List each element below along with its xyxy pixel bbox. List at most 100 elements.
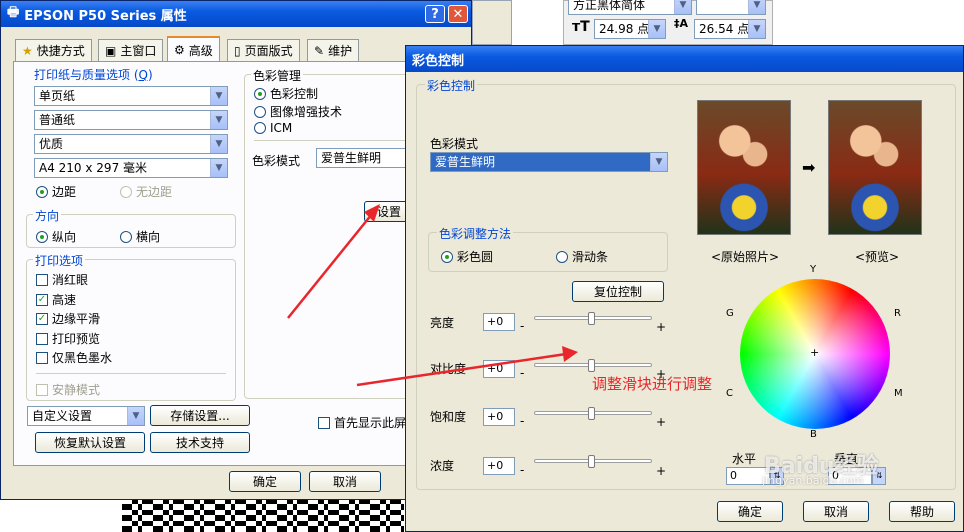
slider-minus: -	[520, 414, 525, 428]
black-only-checkbox[interactable]: 仅黑色墨水	[36, 349, 112, 366]
radio-label: 纵向	[52, 230, 77, 244]
save-settings-button[interactable]: 存储设置...	[150, 405, 250, 426]
color-dialog-title: 彩色控制	[412, 53, 465, 69]
chevron-down-icon[interactable]: ▼	[650, 153, 667, 171]
epson-cancel-button[interactable]: 取消	[309, 471, 381, 492]
chevron-down-icon[interactable]: ▼	[748, 0, 765, 14]
checkbox-box	[36, 273, 48, 286]
dialog-help-button[interactable]: 帮助	[889, 501, 955, 522]
checkbox-box	[36, 351, 48, 364]
chevron-down-icon[interactable]: ▼	[648, 20, 665, 38]
density-input[interactable]: +0	[483, 457, 515, 475]
wheel-label-y: Y	[810, 264, 817, 275]
printer-icon: 🖶	[7, 5, 20, 20]
wheel-label-g: G	[726, 308, 734, 319]
radio-dot	[254, 122, 266, 134]
paper-type-select[interactable]: 单页纸 ▼	[34, 86, 228, 106]
checkbox-label: 首先显示此屏	[334, 416, 407, 430]
margin-none-radio: 无边距	[120, 183, 172, 200]
density-thumb[interactable]	[588, 455, 595, 468]
leading-value: 26.54 点	[699, 22, 750, 36]
font-toolbar: 方正黑体简体 ▼ ▼ ᴛT 24.98 点 ▼ ‡A 26.54 点 ▼	[563, 0, 773, 45]
image-enhance-radio[interactable]: 图像增强技术	[254, 103, 342, 120]
radio-dot	[441, 250, 453, 263]
highspeed-checkbox[interactable]: ✓ 高速	[36, 291, 76, 308]
margin-with-radio[interactable]: 边距	[36, 183, 76, 200]
chevron-down-icon[interactable]: ▼	[127, 407, 144, 425]
slider-radio[interactable]: 滑动条	[556, 248, 608, 265]
contrast-input[interactable]: +0	[483, 360, 515, 378]
saturation-thumb[interactable]	[588, 407, 595, 420]
radio-dot	[36, 185, 48, 198]
tab-shortcut[interactable]: ★ 快捷方式	[15, 39, 92, 61]
tab-label: 页面版式	[244, 44, 293, 58]
tech-support-button[interactable]: 技术支持	[150, 432, 250, 453]
arrow-right-icon: ➡	[802, 158, 816, 177]
epson-titlebar: 🖶 EPSON P50 Series 属性	[1, 1, 471, 27]
dialog-cancel-button[interactable]: 取消	[803, 501, 869, 522]
checkbox-box	[36, 383, 48, 396]
radio-dot	[556, 250, 568, 263]
font-name-select[interactable]: 方正黑体简体 ▼	[568, 0, 692, 15]
show-first-checkbox[interactable]: 首先显示此屏	[318, 414, 406, 431]
chevron-down-icon[interactable]: ▼	[210, 87, 227, 105]
radio-label: 边距	[52, 185, 77, 199]
redeye-checkbox[interactable]: 消红眼	[36, 271, 88, 288]
reset-control-button[interactable]: 复位控制	[572, 281, 664, 302]
tab-label: 维护	[328, 44, 353, 58]
quality-select[interactable]: 优质 ▼	[34, 134, 228, 154]
icm-radio[interactable]: ICM	[254, 121, 292, 135]
help-icon[interactable]: ?	[425, 5, 445, 23]
radio-label: 图像增强技术	[270, 105, 343, 119]
landscape-radio[interactable]: 横向	[120, 228, 160, 245]
font-style-select[interactable]: ▼	[696, 0, 766, 15]
tab-label: 快捷方式	[36, 44, 85, 58]
dialog-color-mode-label: 色彩模式	[430, 137, 479, 151]
horizontal-label: 水平	[732, 452, 757, 466]
checkmark-icon: ✓	[36, 293, 48, 306]
paper-media-select[interactable]: 普通纸 ▼	[34, 110, 228, 130]
tab-maintenance[interactable]: ✎ 维护	[307, 39, 360, 61]
slider-minus: -	[520, 366, 525, 380]
slider-minus: -	[520, 463, 525, 477]
color-control-group-label: 彩色控制	[425, 77, 478, 94]
chevron-down-icon[interactable]: ▼	[748, 20, 765, 38]
brightness-input[interactable]: +0	[483, 313, 515, 331]
portrait-radio[interactable]: 纵向	[36, 228, 76, 245]
restore-defaults-button[interactable]: 恢复默认设置	[35, 432, 145, 453]
dialog-ok-button[interactable]: 确定	[717, 501, 783, 522]
chevron-down-icon[interactable]: ▼	[674, 0, 691, 14]
chevron-down-icon[interactable]: ▼	[210, 159, 227, 177]
printer-icon: ▣	[105, 43, 117, 58]
color-wheel-radio[interactable]: 彩色圆	[441, 248, 493, 265]
preview-checkbox[interactable]: 打印预览	[36, 330, 100, 347]
color-control-dialog: 彩色控制 彩色控制 色彩模式 爱普生鲜明 ▼ 色彩调整方法 彩色圆 滑动条 复位控…	[405, 45, 964, 532]
tab-main[interactable]: ▣ 主窗口	[98, 39, 164, 61]
epson-ok-button[interactable]: 确定	[229, 471, 301, 492]
edge-smooth-checkbox[interactable]: ✓ 边缘平滑	[36, 310, 100, 327]
font-size-select[interactable]: 24.98 点 ▼	[594, 19, 666, 39]
dialog-color-mode-select[interactable]: 爱普生鲜明 ▼	[430, 152, 668, 172]
color-control-radio[interactable]: 色彩控制	[254, 85, 318, 102]
paper-type-value: 单页纸	[39, 89, 76, 103]
color-dialog-titlebar: 彩色控制	[406, 46, 963, 72]
brightness-thumb[interactable]	[588, 312, 595, 325]
contrast-thumb[interactable]	[588, 359, 595, 372]
original-photo	[697, 100, 791, 235]
adjust-method-label: 色彩调整方法	[437, 225, 514, 242]
tab-advanced[interactable]: ⚙ 高级	[167, 36, 220, 62]
chevron-down-icon[interactable]: ▼	[210, 111, 227, 129]
radio-label: 横向	[136, 230, 161, 244]
close-icon[interactable]: ✕	[448, 5, 468, 23]
chevron-down-icon[interactable]: ▼	[210, 135, 227, 153]
leading-select[interactable]: 26.54 点 ▼	[694, 19, 766, 39]
paper-size-select[interactable]: A4 210 x 297 毫米 ▼	[34, 158, 228, 178]
saturation-input[interactable]: +0	[483, 408, 515, 426]
preview-photo	[828, 100, 922, 235]
tab-page-layout[interactable]: ▯ 页面版式	[227, 39, 300, 61]
custom-settings-select[interactable]: 自定义设置 ▼	[27, 406, 145, 426]
radio-label: ICM	[270, 121, 293, 135]
slider-plus: +	[656, 464, 667, 478]
font-size-value: 24.98 点	[599, 22, 650, 36]
slider-minus: -	[520, 319, 525, 333]
